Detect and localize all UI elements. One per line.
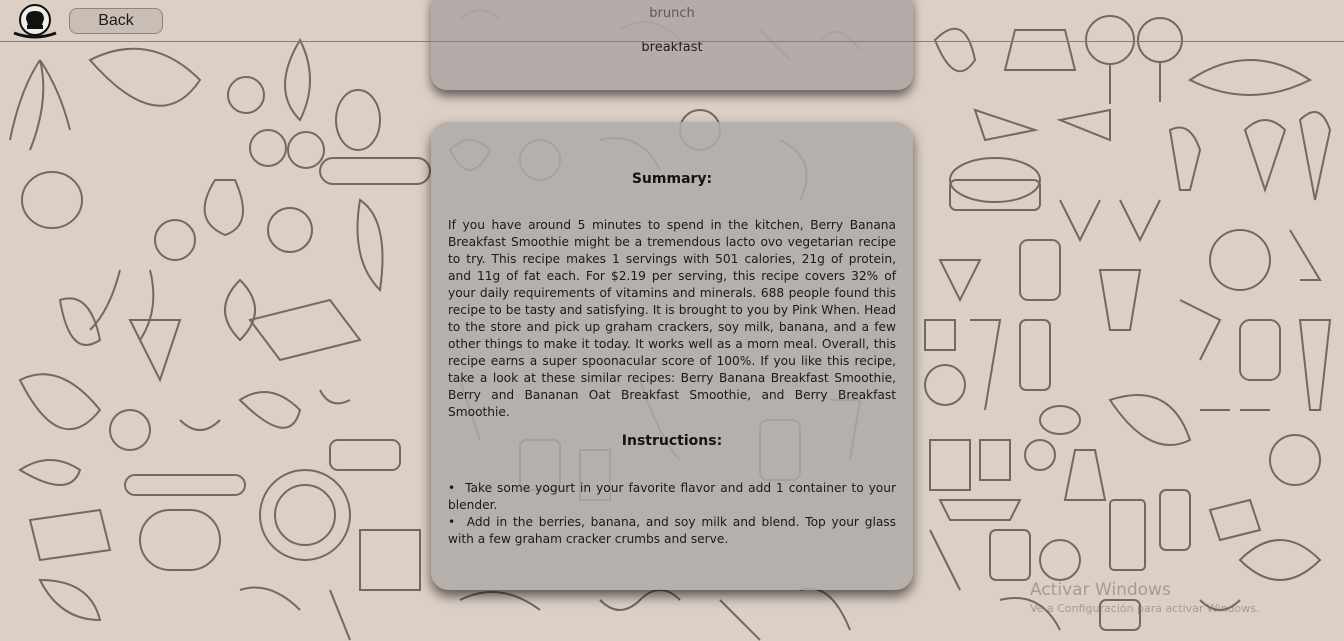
activation-watermark: Activar Windows Ve a Configuración para … [1030, 580, 1260, 615]
summary-text: If you have around 5 minutes to spend in… [448, 218, 896, 419]
instruction-step: Take some yogurt in your favorite flavor… [448, 480, 896, 514]
tag-breakfast: breakfast [641, 40, 703, 55]
instructions-heading: Instructions: [621, 433, 723, 449]
summary-heading: Summary: [631, 171, 713, 187]
instruction-step: Add in the berries, banana, and soy milk… [448, 514, 896, 548]
instructions-list: Take some yogurt in your favorite flavor… [448, 480, 896, 548]
back-button[interactable]: Back [69, 8, 163, 34]
watermark-title: Activar Windows [1030, 580, 1171, 600]
chef-hat-logo-icon[interactable] [12, 3, 58, 39]
recipe-detail-card: Summary: If you have around 5 minutes to… [431, 122, 913, 590]
top-bar: Back [0, 0, 1344, 42]
watermark-subtitle: Ve a Configuración para activar Windows. [1030, 602, 1260, 615]
